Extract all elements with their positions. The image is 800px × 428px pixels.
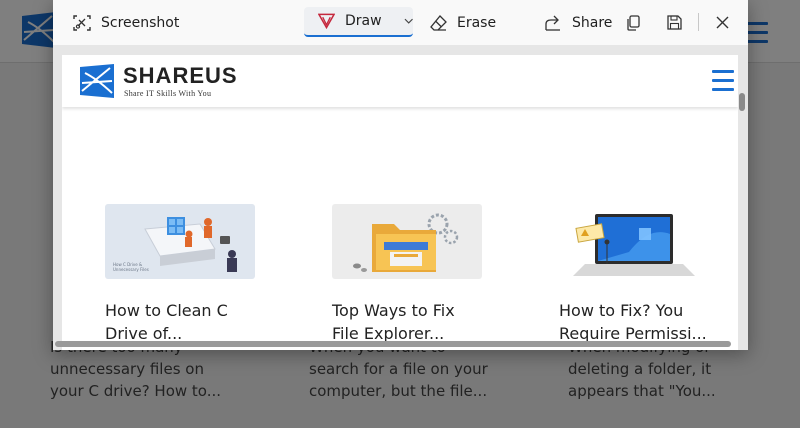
vertical-scrollbar[interactable]	[739, 93, 745, 350]
svg-text:Unnecessary Files: Unnecessary Files	[113, 267, 149, 272]
site-tagline: Share IT Skills With You	[124, 89, 212, 98]
article-title[interactable]: How to Fix? You Require Permissi...	[559, 299, 709, 345]
folder-gears-illustration-icon	[332, 204, 482, 279]
save-button[interactable]	[667, 0, 682, 45]
drive-cleaning-illustration-icon: How C Drive & Unnecessary Files	[105, 204, 255, 279]
captured-web-page: SHAREUS Share IT Skills With You How C D…	[62, 55, 738, 350]
pen-icon	[318, 13, 335, 29]
screenshot-icon	[73, 14, 91, 31]
chevron-down-icon[interactable]	[404, 18, 413, 24]
toolbar-separator	[698, 13, 699, 31]
site-menu-icon[interactable]	[712, 70, 734, 92]
site-brand-name[interactable]: SHAREUS	[123, 63, 238, 89]
draw-label: Draw	[344, 13, 382, 29]
article-thumbnail[interactable]	[332, 204, 482, 279]
horizontal-scrollbar[interactable]	[55, 341, 731, 347]
erase-label: Erase	[457, 14, 497, 31]
article-card-fix-file-explorer[interactable]: Top Ways to Fix File Explorer...	[332, 204, 482, 345]
laptop-warning-illustration-icon	[559, 204, 709, 279]
article-thumbnail[interactable]	[559, 204, 709, 279]
vertical-scrollbar-thumb[interactable]	[739, 93, 745, 111]
article-title[interactable]: Top Ways to Fix File Explorer...	[332, 299, 482, 345]
site-header: SHAREUS Share IT Skills With You	[62, 55, 738, 107]
article-title[interactable]: How to Clean C Drive of...	[105, 299, 255, 345]
copy-icon	[627, 14, 640, 31]
share-icon	[545, 15, 560, 31]
close-icon	[716, 16, 729, 29]
copy-button[interactable]	[627, 0, 641, 45]
snipping-tool-window: Screenshot Draw Erase Share SHAREUS Shar…	[53, 0, 748, 350]
article-card-require-permission[interactable]: How to Fix? You Require Permissi...	[559, 204, 709, 345]
draw-button[interactable]: Draw	[304, 7, 413, 37]
screenshot-button[interactable]: Screenshot	[73, 0, 179, 45]
article-thumbnail[interactable]: How C Drive & Unnecessary Files	[105, 204, 255, 279]
share-button[interactable]: Share	[545, 0, 612, 45]
shareus-logo-icon[interactable]	[80, 64, 114, 98]
share-label: Share	[572, 14, 613, 31]
screenshot-label: Screenshot	[101, 14, 180, 31]
captured-screenshot: SHAREUS Share IT Skills With You How C D…	[53, 45, 748, 350]
erase-button[interactable]: Erase	[430, 0, 496, 45]
save-icon	[667, 15, 682, 30]
article-card-clean-c-drive[interactable]: How C Drive & Unnecessary Files How to C…	[105, 204, 255, 345]
close-button[interactable]	[716, 0, 729, 45]
snip-toolbar: Screenshot Draw Erase Share	[53, 0, 748, 45]
eraser-icon	[430, 14, 447, 31]
